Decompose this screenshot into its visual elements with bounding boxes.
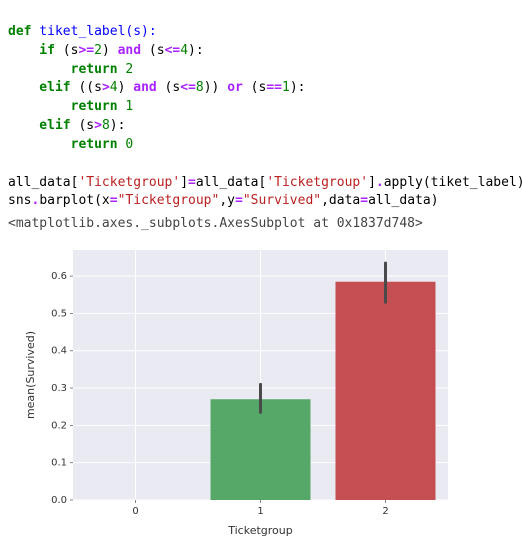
barplot: 0.0 0.1 0.2 0.3 0.4 0.5 0.6 0 1 2 Ticketgroup mean(… (18, 240, 458, 540)
output-repr: <matplotlib.axes._subplots.AxesSubplot a… (8, 215, 514, 234)
svg-text:0.3: 0.3 (51, 383, 67, 394)
svg-text:0.5: 0.5 (51, 309, 67, 320)
svg-text:mean(Survived): mean(Survived) (24, 331, 37, 419)
svg-text:1: 1 (257, 506, 263, 517)
svg-text:0: 0 (132, 506, 138, 517)
svg-text:0.6: 0.6 (51, 271, 67, 282)
code-cell: def tiket_label(s): if (s>=2) and (s<=4)… (8, 4, 514, 211)
svg-text:Ticketgroup: Ticketgroup (227, 524, 293, 537)
svg-text:2: 2 (382, 506, 388, 517)
svg-text:0.4: 0.4 (51, 346, 67, 357)
svg-text:0.1: 0.1 (51, 458, 67, 469)
svg-text:0.0: 0.0 (51, 495, 67, 506)
svg-text:0.2: 0.2 (51, 420, 67, 431)
chart: 0.0 0.1 0.2 0.3 0.4 0.5 0.6 0 1 2 Ticketgroup mean(… (8, 240, 514, 540)
